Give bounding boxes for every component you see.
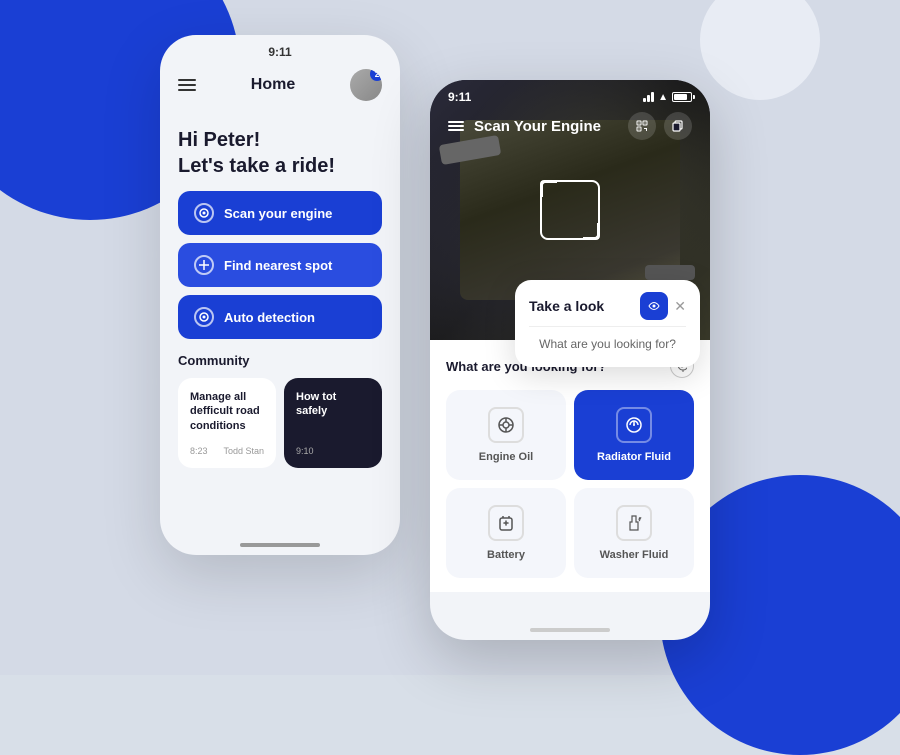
action-buttons: Scan your engine Find nearest spot Auto … bbox=[160, 191, 400, 339]
page-title-left: Home bbox=[251, 76, 295, 94]
grid-item-battery[interactable]: Battery bbox=[446, 488, 566, 578]
engine-pipe2 bbox=[645, 265, 695, 280]
time-right: 9:11 bbox=[448, 90, 471, 104]
scan-engine-button[interactable]: Scan your engine bbox=[178, 191, 382, 235]
home-indicator-left bbox=[240, 543, 320, 547]
popup-question: What are you looking for? bbox=[529, 333, 686, 355]
greeting-line1: Hi Peter! bbox=[178, 129, 260, 151]
washer-fluid-icon bbox=[616, 505, 652, 541]
grid-item-washer-fluid[interactable]: Washer Fluid bbox=[574, 488, 694, 578]
community-card-2[interactable]: How tot safely 9:10 bbox=[284, 378, 382, 468]
eye-button[interactable] bbox=[640, 292, 668, 320]
radiator-fluid-icon bbox=[616, 407, 652, 443]
engine-oil-label: Engine Oil bbox=[479, 451, 533, 463]
bottom-section: What are you looking for? bbox=[430, 340, 710, 592]
wifi-icon: ▲ bbox=[658, 92, 668, 103]
popup-actions: ✕ bbox=[640, 292, 686, 320]
engine-oil-icon bbox=[488, 407, 524, 443]
card-title-1: Manage all defficult road conditions bbox=[190, 390, 264, 433]
auto-detection-button[interactable]: Auto detection bbox=[178, 295, 382, 339]
battery-grid-icon bbox=[488, 505, 524, 541]
notification-badge: 2 bbox=[370, 69, 382, 81]
avatar[interactable]: 2 bbox=[350, 69, 382, 101]
community-card-1[interactable]: Manage all defficult road conditions 8:2… bbox=[178, 378, 276, 468]
community-label: Community bbox=[178, 353, 382, 368]
detection-icon bbox=[194, 307, 214, 327]
nav-icons-right bbox=[628, 112, 692, 140]
greeting-line2: Let's take a ride! bbox=[178, 155, 335, 177]
hamburger-menu[interactable] bbox=[178, 79, 196, 91]
greeting-section: Hi Peter! Let's take a ride! bbox=[160, 111, 400, 191]
battery-icon bbox=[672, 92, 692, 102]
grid-item-engine-oil[interactable]: Engine Oil bbox=[446, 390, 566, 480]
take-a-look-popup: Take a look ✕ What are you looking for? bbox=[515, 280, 700, 367]
auto-detection-label: Auto detection bbox=[224, 310, 315, 325]
battery-label: Battery bbox=[487, 549, 525, 561]
card-meta-2: 9:10 bbox=[296, 446, 370, 456]
popup-close-button[interactable]: ✕ bbox=[674, 298, 686, 315]
card-meta-1: 8:23 Todd Stan bbox=[190, 446, 264, 456]
card-author-1: Todd Stan bbox=[223, 446, 264, 456]
popup-divider bbox=[529, 326, 686, 327]
status-bar-right: 9:11 ▲ bbox=[430, 80, 710, 108]
location-icon bbox=[194, 255, 214, 275]
community-section: Community Manage all defficult road cond… bbox=[160, 339, 400, 478]
scan-icon bbox=[194, 203, 214, 223]
copy-button[interactable] bbox=[664, 112, 692, 140]
phone-right: 9:11 ▲ Scan Your Engine bbox=[430, 80, 710, 640]
find-nearest-button[interactable]: Find nearest spot bbox=[178, 243, 382, 287]
time-left: 9:11 bbox=[268, 45, 291, 59]
nav-bar-left: Home 2 bbox=[160, 63, 400, 111]
nav-bar-right: Scan Your Engine bbox=[430, 106, 710, 146]
card-time-2: 9:10 bbox=[296, 446, 314, 456]
popup-header: Take a look ✕ bbox=[529, 292, 686, 320]
scan-engine-label: Scan your engine bbox=[224, 206, 332, 221]
phone-left: 9:11 Home 2 Hi Peter! Let's take a ride!… bbox=[160, 35, 400, 555]
signal-icon bbox=[643, 92, 654, 102]
grid-item-radiator-fluid[interactable]: Radiator Fluid bbox=[574, 390, 694, 480]
card-title-2: How tot safely bbox=[296, 390, 370, 419]
hamburger-right[interactable] bbox=[448, 121, 464, 131]
washer-fluid-label: Washer Fluid bbox=[600, 549, 669, 561]
find-nearest-label: Find nearest spot bbox=[224, 258, 332, 273]
home-indicator-right bbox=[530, 628, 610, 632]
popup-title: Take a look bbox=[529, 298, 604, 314]
scan-frame bbox=[540, 180, 600, 240]
qr-button[interactable] bbox=[628, 112, 656, 140]
fluid-grid: Engine Oil Radiator Fluid bbox=[446, 390, 694, 578]
community-cards: Manage all defficult road conditions 8:2… bbox=[178, 378, 382, 468]
status-icons-right: ▲ bbox=[643, 92, 692, 103]
radiator-fluid-label: Radiator Fluid bbox=[597, 451, 671, 463]
status-bar-left: 9:11 bbox=[160, 35, 400, 63]
page-title-right: Scan Your Engine bbox=[474, 118, 628, 135]
card-time-1: 8:23 bbox=[190, 446, 208, 456]
